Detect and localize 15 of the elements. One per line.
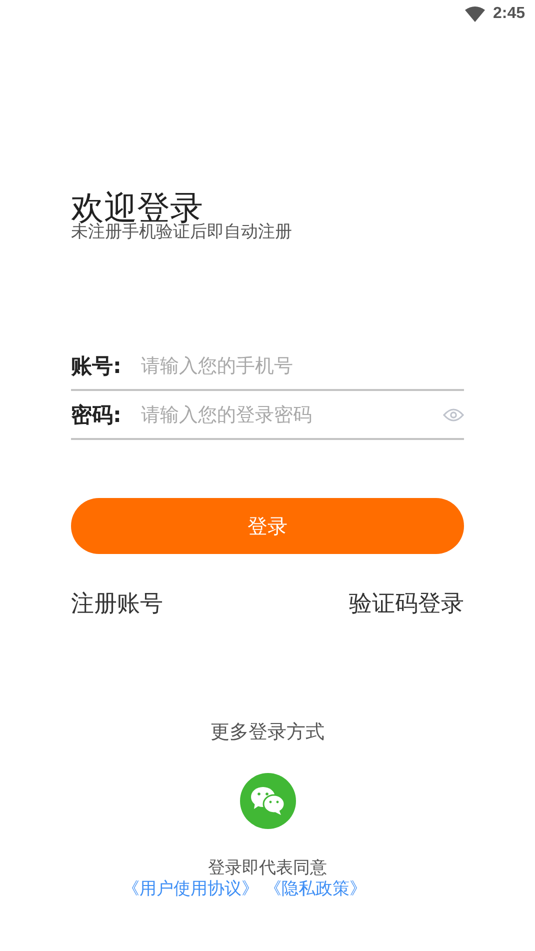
agreement-text: 登录即代表同意 <box>208 857 327 879</box>
input-field[interactable]: 请输入您的手机号 <box>141 350 464 380</box>
login-button[interactable]: 登录 <box>71 498 464 554</box>
policy-link[interactable]: 《用户使用协议》 <box>122 879 258 899</box>
field-label: 账号: <box>71 352 122 380</box>
policy-link[interactable]: 《隐私政策》 <box>264 879 366 899</box>
status-time: 2:45 <box>492 5 525 23</box>
field-label: 密码: <box>71 402 122 428</box>
chat-bubbles-icon <box>250 786 286 816</box>
text-link[interactable]: 注册账号 <box>71 588 163 619</box>
text-link[interactable]: 验证码登录 <box>349 588 464 619</box>
other-login-label: 更多登录方式 <box>210 720 324 745</box>
input-field[interactable]: 请输入您的登录密码 <box>141 400 443 430</box>
eye-icon[interactable] <box>443 408 464 422</box>
wifi-icon <box>464 6 485 22</box>
